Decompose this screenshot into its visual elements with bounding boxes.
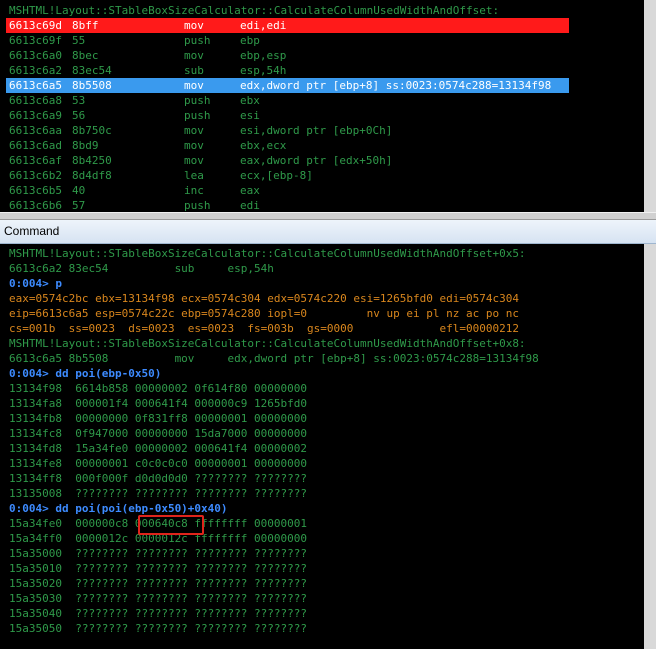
command-scrollbar[interactable] bbox=[644, 244, 656, 649]
disasm-bytes: 57 bbox=[72, 199, 86, 212]
disasm-op: mov bbox=[184, 124, 204, 137]
command-output-line: 13134fa8 000001f4 000641f4 000000c9 1265… bbox=[9, 397, 308, 410]
command-output-line: MSHTML!Layout::STableBoxSizeCalculator::… bbox=[9, 247, 526, 260]
function-header: MSHTML!Layout::STableBoxSizeCalculator::… bbox=[9, 4, 500, 17]
disasm-args: ebp,esp bbox=[240, 49, 287, 62]
command-title: Command bbox=[4, 224, 60, 238]
disasm-op: mov bbox=[184, 19, 204, 32]
disasm-op: push bbox=[184, 109, 211, 122]
command-output-line: 6613c6a5 8b5508 mov edx,dword ptr [ebp+8… bbox=[9, 352, 539, 365]
command-output-line: 13134fe8 00000001 c0c0c0c0 00000001 0000… bbox=[9, 457, 308, 470]
command-output-line: 15a35000 ???????? ???????? ???????? ????… bbox=[9, 547, 308, 560]
disasm-bytes: 83ec54 bbox=[72, 64, 112, 77]
command-output-line: 13135008 ???????? ???????? ???????? ????… bbox=[9, 487, 308, 500]
disasm-op: mov bbox=[184, 79, 204, 92]
disasm-addr: 6613c6b5 bbox=[9, 184, 62, 197]
disasm-bytes: 53 bbox=[72, 94, 86, 107]
disasm-op: mov bbox=[184, 154, 204, 167]
command-output-line: 13134fb8 00000000 0f831ff8 00000001 0000… bbox=[9, 412, 308, 425]
disasm-bytes: 8bff bbox=[72, 19, 99, 32]
disasm-bytes: 55 bbox=[72, 34, 86, 47]
disasm-bytes: 40 bbox=[72, 184, 86, 197]
disasm-args: ebx bbox=[240, 94, 260, 107]
disasm-args: edi bbox=[240, 199, 260, 212]
pane-splitter[interactable] bbox=[0, 212, 656, 220]
annotation-highlight-box bbox=[138, 515, 204, 535]
disasm-addr: 6613c69d bbox=[9, 19, 62, 32]
disasm-args: esp,54h bbox=[240, 64, 287, 77]
disasm-addr: 6613c6af bbox=[9, 154, 62, 167]
command-prompt-line: 0:004> dd poi(poi(ebp-0x50)+0x40) bbox=[9, 502, 228, 515]
command-output-line: 15a35010 ???????? ???????? ???????? ????… bbox=[9, 562, 308, 575]
command-title-bar: Command bbox=[0, 220, 656, 244]
command-output-line: 6613c6a2 83ec54 sub esp,54h bbox=[9, 262, 274, 275]
disasm-args: ebp bbox=[240, 34, 260, 47]
command-output-line: 13134ff8 000f000f d0d0d0d0 ???????? ????… bbox=[9, 472, 308, 485]
disasm-bytes: 8b750c bbox=[72, 124, 112, 137]
disasm-addr: 6613c6b6 bbox=[9, 199, 62, 212]
command-output-line: 13134fd8 15a34fe0 00000002 000641f4 0000… bbox=[9, 442, 308, 455]
disasm-bytes: 8bec bbox=[72, 49, 99, 62]
command-prompt-line: 0:004> p bbox=[9, 277, 62, 290]
command-output-line: 15a35050 ???????? ???????? ???????? ????… bbox=[9, 622, 308, 635]
disasm-op: push bbox=[184, 34, 211, 47]
command-output-line: 15a35020 ???????? ???????? ???????? ????… bbox=[9, 577, 308, 590]
disasm-op: push bbox=[184, 94, 211, 107]
command-output-line: 13134fc8 0f947000 00000000 15da7000 0000… bbox=[9, 427, 308, 440]
disasm-args: esi bbox=[240, 109, 260, 122]
disasm-addr: 6613c6a0 bbox=[9, 49, 62, 62]
disasm-args: esi,dword ptr [ebp+0Ch] bbox=[240, 124, 393, 137]
command-output-line: eip=6613c6a5 esp=0574c22c ebp=0574c280 i… bbox=[9, 307, 519, 320]
disasm-args: eax bbox=[240, 184, 260, 197]
disasm-args: eax,dword ptr [edx+50h] bbox=[240, 154, 393, 167]
command-output-line: 13134f98 6614b858 00000002 0f614f80 0000… bbox=[9, 382, 308, 395]
disasm-args: ebx,ecx bbox=[240, 139, 287, 152]
disasm-op: inc bbox=[184, 184, 204, 197]
disassembly-pane[interactable]: MSHTML!Layout::STableBoxSizeCalculator::… bbox=[0, 0, 644, 212]
disassembly-scrollbar[interactable] bbox=[644, 0, 656, 212]
disasm-op: push bbox=[184, 199, 211, 212]
disasm-addr: 6613c6a5 bbox=[9, 79, 62, 92]
command-output-line: 15a35040 ???????? ???????? ???????? ????… bbox=[9, 607, 308, 620]
disasm-args: ecx,[ebp-8] bbox=[240, 169, 313, 182]
command-output-line: eax=0574c2bc ebx=13134f98 ecx=0574c304 e… bbox=[9, 292, 519, 305]
disasm-addr: 6613c6aa bbox=[9, 124, 62, 137]
disasm-op: mov bbox=[184, 139, 204, 152]
command-prompt-line: 0:004> dd poi(ebp-0x50) bbox=[9, 367, 162, 380]
disasm-addr: 6613c6b2 bbox=[9, 169, 62, 182]
disasm-op: lea bbox=[184, 169, 204, 182]
disasm-addr: 6613c6a2 bbox=[9, 64, 62, 77]
disasm-bytes: 8b5508 bbox=[72, 79, 112, 92]
disasm-bytes: 8bd9 bbox=[72, 139, 99, 152]
disasm-bytes: 8b4250 bbox=[72, 154, 112, 167]
disasm-bytes: 56 bbox=[72, 109, 86, 122]
disasm-op: mov bbox=[184, 49, 204, 62]
command-output-line: cs=001b ss=0023 ds=0023 es=0023 fs=003b … bbox=[9, 322, 519, 335]
disasm-op: sub bbox=[184, 64, 204, 77]
command-output-pane[interactable]: MSHTML!Layout::STableBoxSizeCalculator::… bbox=[0, 244, 644, 649]
disasm-args: edi,edi bbox=[240, 19, 287, 32]
command-output-line: 15a35030 ???????? ???????? ???????? ????… bbox=[9, 592, 308, 605]
disasm-addr: 6613c69f bbox=[9, 34, 62, 47]
disasm-addr: 6613c6a9 bbox=[9, 109, 62, 122]
disasm-args: edx,dword ptr [ebp+8] ss:0023:0574c288=1… bbox=[240, 79, 552, 92]
disasm-bytes: 8d4df8 bbox=[72, 169, 112, 182]
disasm-addr: 6613c6ad bbox=[9, 139, 62, 152]
command-output-line: MSHTML!Layout::STableBoxSizeCalculator::… bbox=[9, 337, 526, 350]
disasm-addr: 6613c6a8 bbox=[9, 94, 62, 107]
